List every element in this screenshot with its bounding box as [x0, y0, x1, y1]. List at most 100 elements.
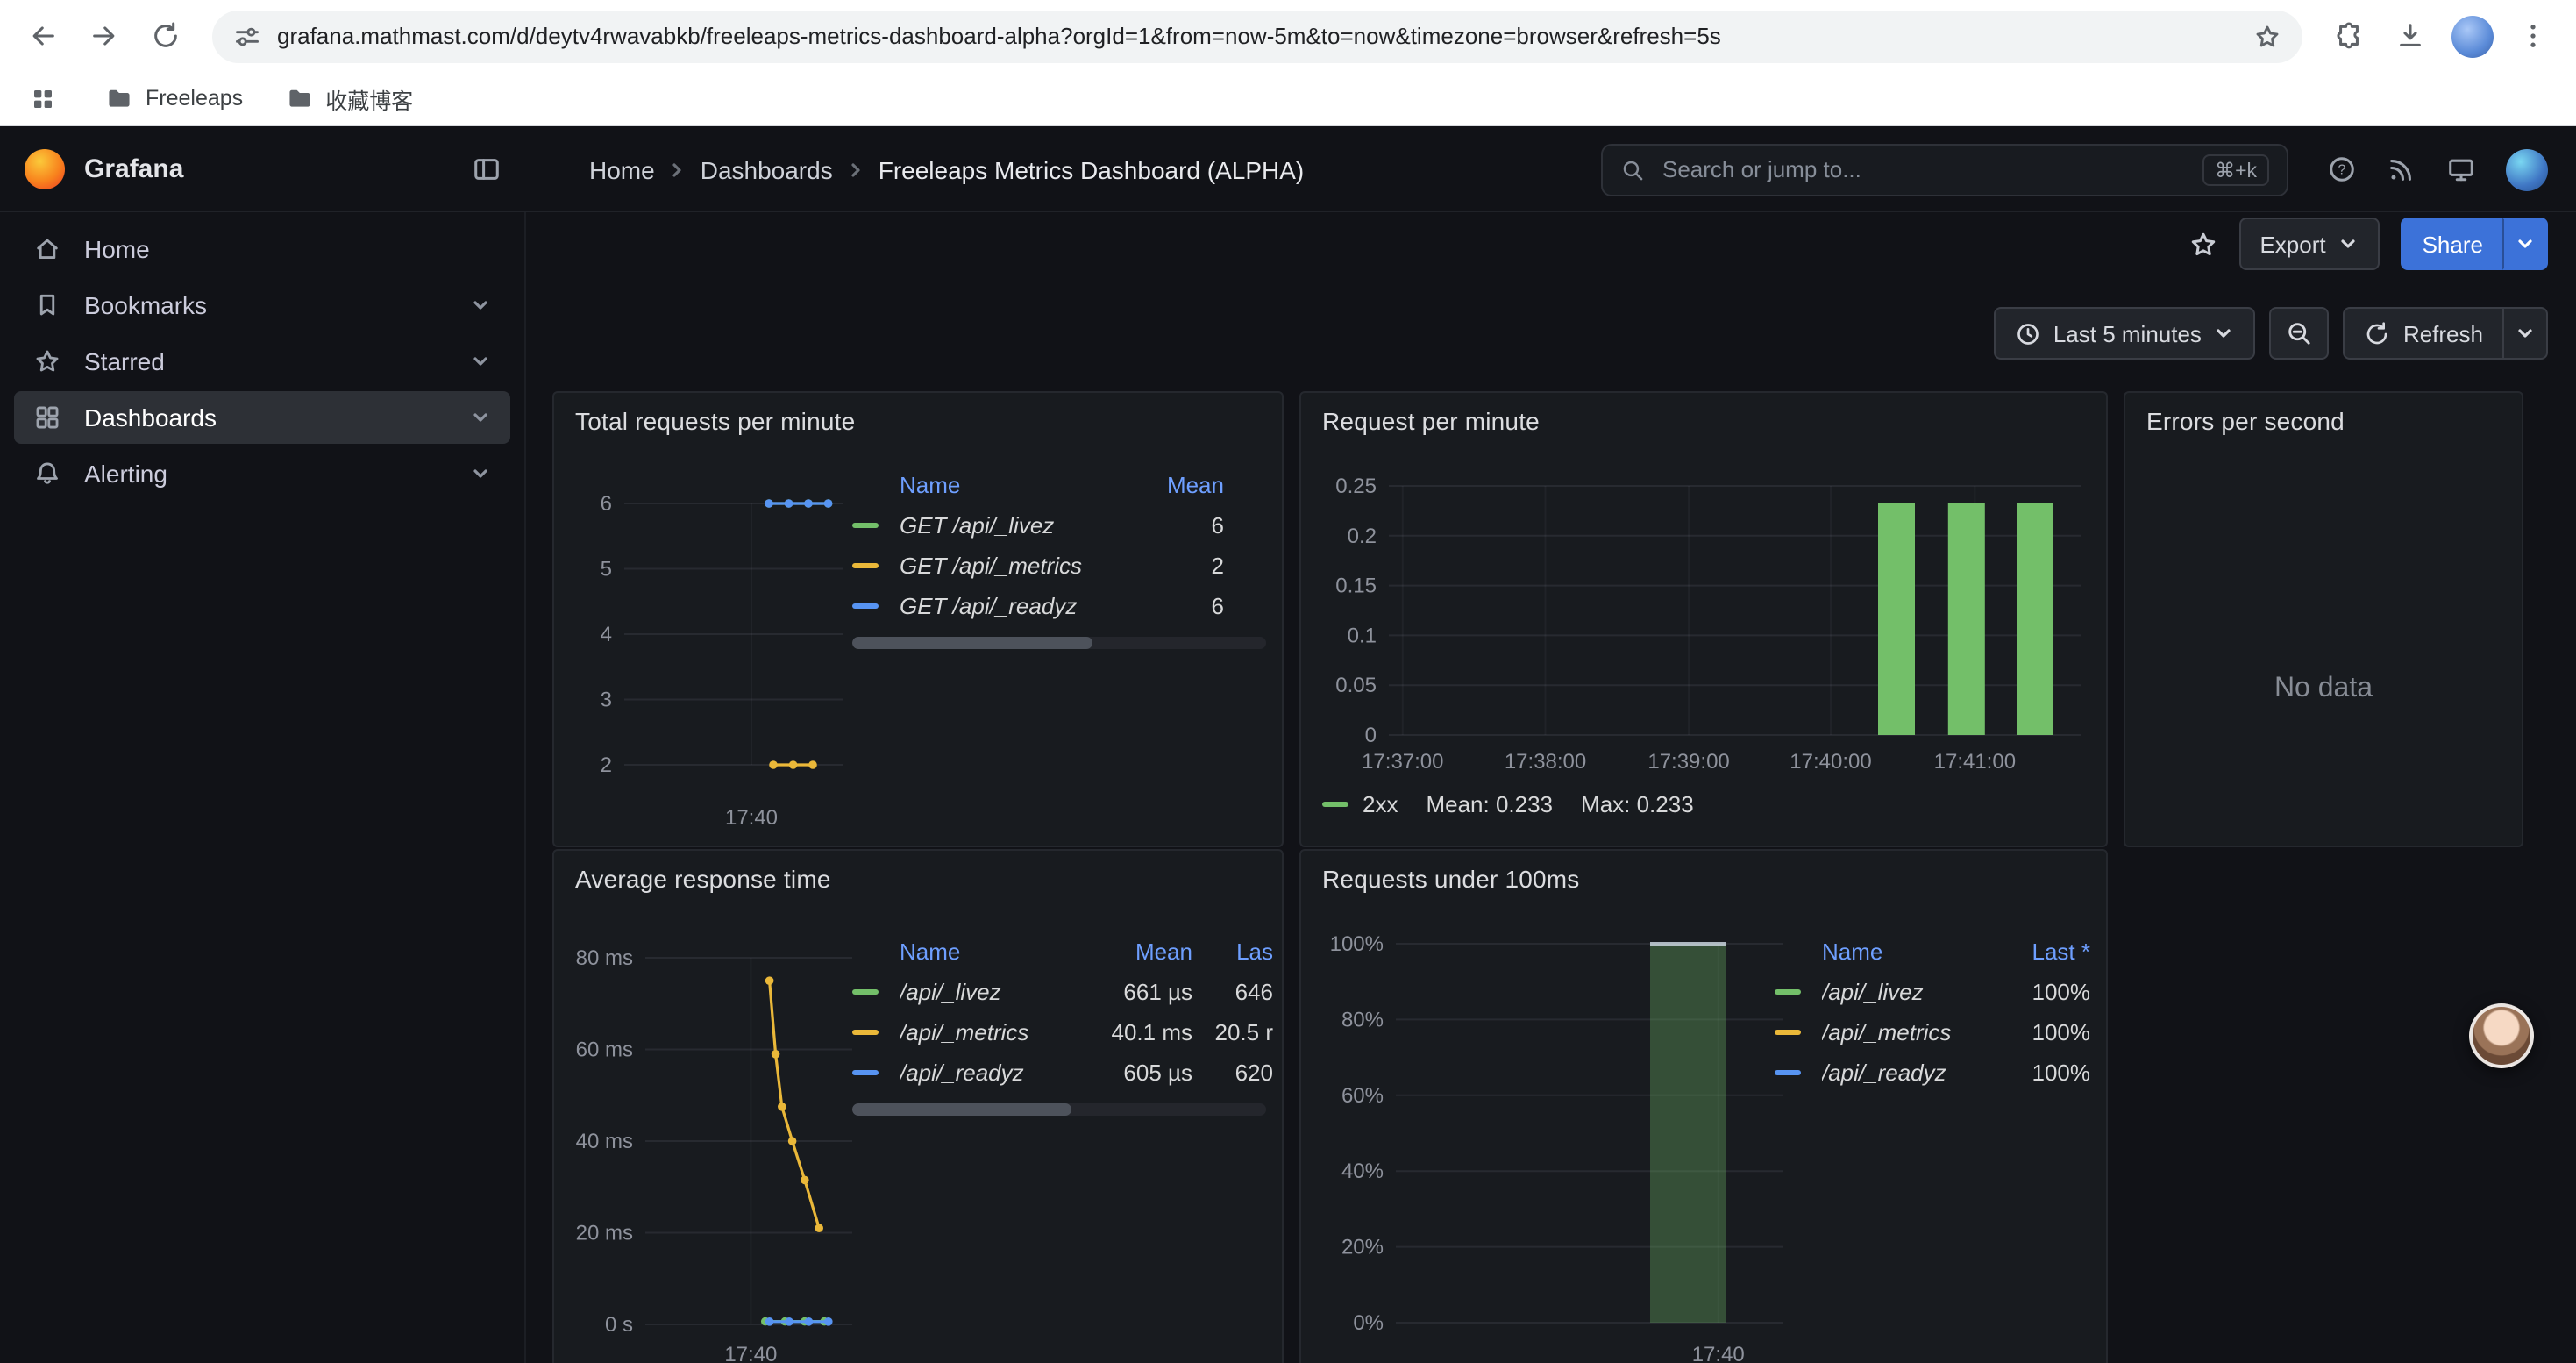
sidebar-item-home[interactable]: Home [14, 223, 510, 275]
star-icon [2188, 229, 2217, 259]
browser-menu-button[interactable] [2504, 7, 2562, 65]
series-color-dash [852, 563, 879, 568]
svg-text:40%: 40% [1341, 1160, 1384, 1183]
share-button[interactable]: Share [2402, 218, 2504, 270]
series-value: Last * [1992, 938, 2090, 965]
help-icon[interactable]: ? [2327, 154, 2357, 184]
browser-toolbar [0, 0, 2576, 72]
time-range-picker[interactable]: Last 5 minutes [1994, 307, 2256, 360]
search-input[interactable] [1659, 154, 2188, 184]
average-response-time-legend: NameMeanLas/api/_livez661 µs646/api/_met… [852, 931, 1273, 1093]
chevron-down-icon[interactable] [470, 295, 491, 316]
sidebar-item-starred[interactable]: Starred [14, 335, 510, 388]
site-info-icon[interactable] [233, 22, 261, 50]
series-name: Name [900, 472, 1133, 498]
svg-text:6: 6 [601, 492, 612, 516]
series-name: /api/_livez [900, 979, 1080, 1005]
forward-button[interactable] [75, 7, 133, 65]
chevron-down-icon[interactable] [470, 463, 491, 484]
panel-left-icon [472, 154, 502, 184]
panel-total-requests-per-minute[interactable]: Total requests per minute 6543217:40 Nam… [552, 391, 1284, 847]
share-menu-button[interactable] [2502, 218, 2548, 270]
svg-text:0.05: 0.05 [1335, 674, 1377, 697]
user-avatar[interactable] [2506, 148, 2548, 190]
svg-text:0.25: 0.25 [1335, 475, 1377, 498]
folder-icon [285, 84, 313, 112]
legend-scrollbar[interactable] [852, 1103, 1266, 1116]
monitor-icon[interactable] [2446, 154, 2476, 184]
extensions-button[interactable] [2320, 7, 2378, 65]
breadcrumb-home[interactable]: Home [589, 155, 655, 183]
sidebar-item-dashboards[interactable]: Dashboards [14, 391, 510, 444]
svg-text:17:40: 17:40 [1692, 1343, 1745, 1363]
refresh-button[interactable]: Refresh [2344, 307, 2504, 360]
chevron-down-icon[interactable] [470, 351, 491, 372]
series-value: 100% [1992, 1019, 2090, 1045]
search-box[interactable]: ⌘+k [1601, 143, 2288, 196]
legend-row[interactable]: /api/_metrics100% [1775, 1012, 2090, 1053]
legend-row[interactable]: /api/_livez100% [1775, 972, 2090, 1012]
refresh-icon [2365, 320, 2391, 346]
panel-request-per-minute[interactable]: Request per minute 0.250.20.150.10.05017… [1299, 391, 2108, 847]
svg-text:17:38:00: 17:38:00 [1505, 750, 1586, 774]
legend-row[interactable]: /api/_metrics40.1 ms20.5 r [852, 1012, 1273, 1053]
home-icon [33, 235, 61, 263]
sidebar-item-alerting[interactable]: Alerting [14, 447, 510, 500]
series-name: Name [1822, 938, 1992, 965]
apps-grid-button[interactable] [21, 77, 63, 119]
bookmark-folder-blogs[interactable]: 收藏博客 [285, 82, 413, 115]
zoom-out-button[interactable] [2270, 307, 2330, 360]
sidebar-item-bookmarks[interactable]: Bookmarks [14, 279, 510, 332]
bookmark-star-icon[interactable] [2253, 22, 2281, 50]
downloads-button[interactable] [2381, 7, 2439, 65]
svg-text:17:40: 17:40 [725, 806, 778, 830]
bookmark-folder-freeleaps[interactable]: Freeleaps [105, 84, 243, 112]
grafana-logo-icon[interactable] [25, 149, 65, 189]
chevron-down-icon[interactable] [470, 407, 491, 428]
favorite-star-button[interactable] [2188, 229, 2217, 259]
series-value: Mean [1133, 472, 1224, 498]
series-color-dash [1775, 1030, 1801, 1035]
kebab-menu-icon [2518, 21, 2548, 51]
panel-average-response-time[interactable]: Average response time 80 ms60 ms40 ms20 … [552, 849, 1284, 1363]
svg-text:80 ms: 80 ms [576, 946, 633, 970]
rss-icon[interactable] [2387, 154, 2416, 184]
refresh-interval-button[interactable] [2502, 307, 2548, 360]
url-input[interactable] [277, 23, 2238, 49]
browser-profile-button[interactable] [2443, 7, 2501, 65]
breadcrumb-dashboards[interactable]: Dashboards [701, 155, 833, 183]
legend-row[interactable]: /api/_readyz100% [1775, 1053, 2090, 1093]
legend-row[interactable]: /api/_livez661 µs646 [852, 972, 1273, 1012]
svg-text:0.2: 0.2 [1348, 525, 1377, 548]
back-button[interactable] [14, 7, 72, 65]
legend-row[interactable]: /api/_readyz605 µs620 [852, 1053, 1273, 1093]
scrollbar-thumb[interactable] [852, 1103, 1071, 1116]
grafana-app: Grafana Home Dashboards Freeleaps Metric… [0, 128, 2576, 1363]
series-value: 100% [1992, 979, 2090, 1005]
share-label: Share [2423, 231, 2483, 257]
url-bar[interactable] [212, 10, 2302, 62]
svg-text:0 s: 0 s [605, 1313, 633, 1337]
dashboards-grid-icon [33, 403, 61, 432]
series-name: GET /api/_readyz [900, 593, 1133, 619]
breadcrumb: Home Dashboards Freeleaps Metrics Dashbo… [589, 155, 1304, 183]
export-button[interactable]: Export [2238, 218, 2380, 270]
legend-row[interactable]: GET /api/_readyz6 [852, 586, 1224, 626]
legend-row[interactable]: GET /api/_metrics2 [852, 546, 1224, 586]
series-value: 100% [1992, 1060, 2090, 1086]
star-icon [33, 347, 61, 375]
series-name: /api/_readyz [1822, 1060, 1992, 1086]
legend-row[interactable]: GET /api/_livez6 [852, 505, 1224, 546]
sidebar-toggle-button[interactable] [472, 154, 502, 184]
svg-text:5: 5 [601, 558, 612, 582]
scrollbar-thumb[interactable] [852, 637, 1092, 649]
series-value: 2 [1133, 553, 1224, 579]
panel-errors-per-second[interactable]: Errors per second No data [2124, 391, 2523, 847]
floating-avatar-widget[interactable] [2469, 1003, 2534, 1068]
series-color-dash [852, 949, 879, 954]
reload-button[interactable] [137, 7, 195, 65]
panel-title[interactable]: Errors per second [2146, 407, 2345, 435]
panel-requests-under-100ms[interactable]: Requests under 100ms 100%80%60%40%20%0%1… [1299, 849, 2108, 1363]
legend-scrollbar[interactable] [852, 637, 1266, 649]
request-per-minute-legend[interactable]: 2xx Mean: 0.233 Max: 0.233 [1322, 791, 1694, 817]
